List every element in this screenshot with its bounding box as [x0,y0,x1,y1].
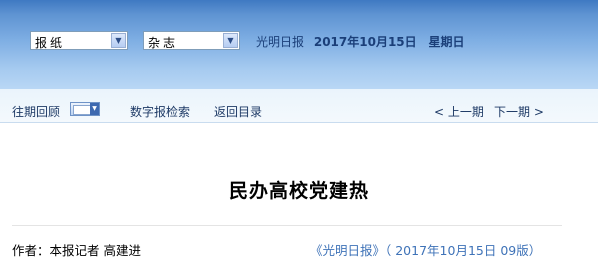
issue-date: 2017年10月15日 [313,35,417,49]
past-issues-link[interactable]: 往期回顾 [12,103,60,120]
chevron-down-icon[interactable]: ▼ [223,33,238,48]
calendar-face [73,105,91,115]
newspaper-select[interactable]: 报纸 ▼ [30,31,128,50]
divider [12,225,562,226]
calendar-icon[interactable]: ▼ [70,102,100,116]
magazine-select[interactable]: 杂志 ▼ [143,31,240,50]
magazine-select-value: 杂志 [148,36,179,50]
article-author: 作者：本报记者 高建进 [12,243,141,258]
article-title: 民办高校党建热 [228,180,369,202]
newspaper-select-value: 报纸 [35,36,66,50]
digital-search-link[interactable]: 数字报检索 [130,103,190,120]
issue-dateline: 光明日报 2017年10月15日 星期日 [256,33,465,50]
issue-weekday: 星期日 [428,35,465,49]
next-issue-link[interactable]: 下一期 > [494,103,544,120]
paper-name: 光明日报 [256,35,305,49]
article-source-link[interactable]: 《光明日报》（ 2017年10月15日 09版） [310,240,541,259]
header-banner: 报纸 ▼ 杂志 ▼ 光明日报 2017年10月15日 星期日 [0,0,598,89]
nav-bar: 往期回顾 ▼ 数字报检索 返回目录 < 上一期 下一期 > [0,89,598,123]
prev-issue-link[interactable]: < 上一期 [434,103,484,120]
back-to-contents-link[interactable]: 返回目录 [214,103,262,120]
chevron-down-icon: ▼ [90,103,99,115]
chevron-down-icon[interactable]: ▼ [111,33,126,48]
